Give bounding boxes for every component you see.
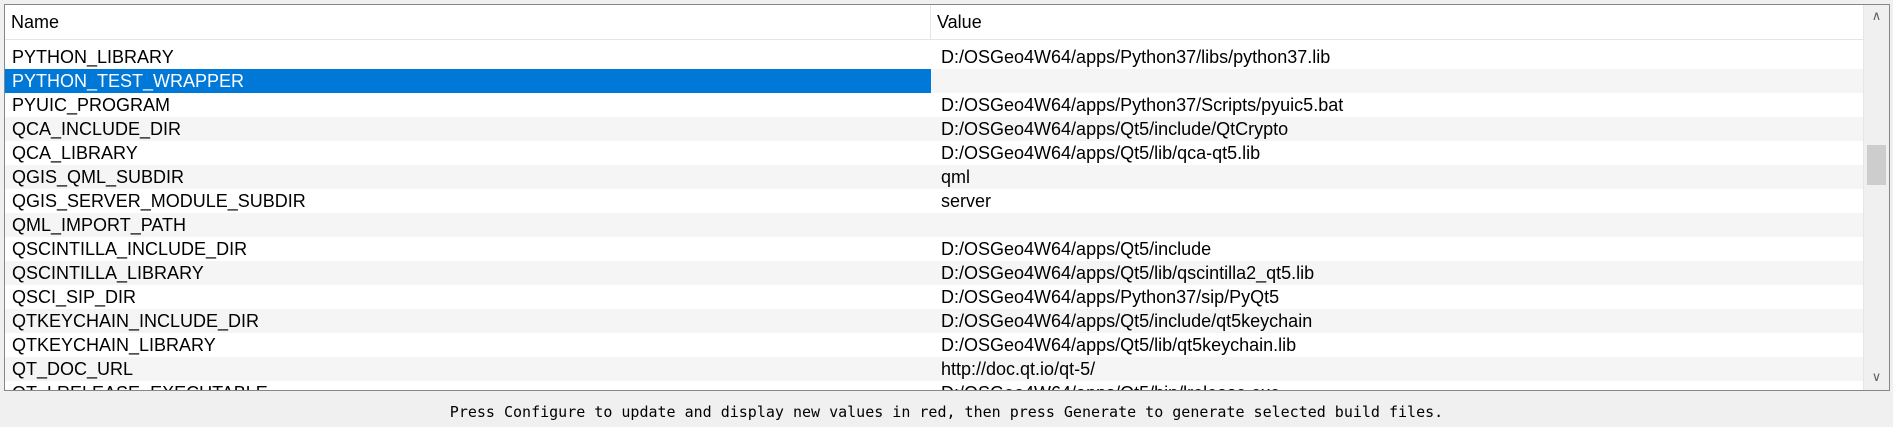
variable-value-cell[interactable]: D:/OSGeo4W64/apps/Qt5/lib/qt5keychain.li…: [931, 333, 1864, 357]
variable-value-cell[interactable]: D:/OSGeo4W64/apps/Python37/Scripts/pyuic…: [931, 93, 1864, 117]
column-header-name[interactable]: Name: [5, 5, 931, 39]
variable-value-cell[interactable]: D:/OSGeo4W64/apps/Qt5/lib/qca-qt5.lib: [931, 141, 1864, 165]
variable-value-cell[interactable]: D:/OSGeo4W64/apps/Python37/libs/python37…: [931, 45, 1864, 69]
variable-value-cell[interactable]: qml: [931, 165, 1864, 189]
table-row[interactable]: QCA_LIBRARY D:/OSGeo4W64/apps/Qt5/lib/qca…: [5, 141, 1864, 165]
table-row[interactable]: PYUIC_PROGRAM D:/OSGeo4W64/apps/Python37/…: [5, 93, 1864, 117]
table-row[interactable]: PYTHON_LIBRARY D:/OSGeo4W64/apps/Python37…: [5, 45, 1864, 69]
table-row[interactable]: QML_IMPORT_PATH: [5, 213, 1864, 237]
column-header-value[interactable]: Value: [931, 5, 1864, 39]
variable-name-cell[interactable]: QSCI_SIP_DIR: [5, 285, 931, 309]
table-header: Name Value: [5, 5, 1864, 40]
variable-name-cell[interactable]: PYUIC_PROGRAM: [5, 93, 931, 117]
cache-variables-table: Name Value PYTHON_LIBRARY D:/OSGeo4W64/ap…: [5, 5, 1864, 390]
table-row[interactable]: QGIS_QML_SUBDIR qml: [5, 165, 1864, 189]
variable-value-cell[interactable]: D:/OSGeo4W64/apps/Qt5/bin/lrelease.exe: [931, 381, 1864, 390]
status-message: Press Configure to update and display ne…: [449, 403, 1444, 421]
vertical-scrollbar[interactable]: ∧ ∨: [1863, 5, 1889, 390]
variable-name-cell[interactable]: QSCINTILLA_LIBRARY: [5, 261, 931, 285]
variable-value-cell[interactable]: D:/OSGeo4W64/apps/Qt5/include: [931, 237, 1864, 261]
variable-name-cell[interactable]: QTKEYCHAIN_INCLUDE_DIR: [5, 309, 931, 333]
variable-name-cell[interactable]: QML_IMPORT_PATH: [5, 213, 931, 237]
chevron-down-icon[interactable]: ∨: [1864, 368, 1889, 388]
variable-name-cell[interactable]: PYTHON_LIBRARY: [5, 45, 931, 69]
cache-variables-table-frame: Name Value PYTHON_LIBRARY D:/OSGeo4W64/ap…: [4, 4, 1890, 391]
variable-name-cell[interactable]: PYTHON_TEST_WRAPPER: [5, 69, 931, 93]
variable-value-cell[interactable]: D:/OSGeo4W64/apps/Qt5/include/qt5keychai…: [931, 309, 1864, 333]
variable-name-cell[interactable]: QGIS_QML_SUBDIR: [5, 165, 931, 189]
variable-value-cell[interactable]: http://doc.qt.io/qt-5/: [931, 357, 1864, 381]
variable-value-cell[interactable]: D:/OSGeo4W64/apps/Qt5/lib/qscintilla2_qt…: [931, 261, 1864, 285]
scrollbar-thumb[interactable]: [1867, 145, 1886, 185]
table-row[interactable]: QT_LRELEASE_EXECUTABLED:/OSGeo4W64/apps/…: [5, 381, 1864, 390]
variable-value-cell[interactable]: D:/OSGeo4W64/apps/Python37/sip/PyQt5: [931, 285, 1864, 309]
variable-name-cell[interactable]: QCA_INCLUDE_DIR: [5, 117, 931, 141]
table-rows: PYTHON_LIBRARY D:/OSGeo4W64/apps/Python37…: [5, 45, 1864, 390]
table-row[interactable]: QSCINTILLA_INCLUDE_DIR D:/OSGeo4W64/apps/…: [5, 237, 1864, 261]
table-row[interactable]: PYTHON_TEST_WRAPPER: [5, 69, 1864, 93]
variable-name-cell[interactable]: QGIS_SERVER_MODULE_SUBDIR: [5, 189, 931, 213]
chevron-up-icon[interactable]: ∧: [1864, 7, 1889, 27]
table-row[interactable]: QT_DOC_URL http://doc.qt.io/qt-5/: [5, 357, 1864, 381]
table-row[interactable]: QSCI_SIP_DIR D:/OSGeo4W64/apps/Python37/s…: [5, 285, 1864, 309]
variable-name-cell[interactable]: QCA_LIBRARY: [5, 141, 931, 165]
table-row[interactable]: QCA_INCLUDE_DIR D:/OSGeo4W64/apps/Qt5/inc…: [5, 117, 1864, 141]
variable-name-cell[interactable]: QT_LRELEASE_EXECUTABLE: [5, 381, 931, 390]
table-row[interactable]: QTKEYCHAIN_LIBRARY D:/OSGeo4W64/apps/Qt5/…: [5, 333, 1864, 357]
variable-name-cell[interactable]: QT_DOC_URL: [5, 357, 931, 381]
variable-value-cell[interactable]: D:/OSGeo4W64/apps/Qt5/include/QtCrypto: [931, 117, 1864, 141]
table-row[interactable]: QSCINTILLA_LIBRARY D:/OSGeo4W64/apps/Qt5/…: [5, 261, 1864, 285]
variable-name-cell[interactable]: QSCINTILLA_INCLUDE_DIR: [5, 237, 931, 261]
table-row[interactable]: QGIS_SERVER_MODULE_SUBDIR server: [5, 189, 1864, 213]
variable-value-cell[interactable]: [931, 69, 1864, 93]
table-row[interactable]: QTKEYCHAIN_INCLUDE_DIR D:/OSGeo4W64/apps/…: [5, 309, 1864, 333]
variable-value-cell[interactable]: [931, 213, 1864, 237]
variable-name-cell[interactable]: QTKEYCHAIN_LIBRARY: [5, 333, 931, 357]
variable-value-cell[interactable]: server: [931, 189, 1864, 213]
